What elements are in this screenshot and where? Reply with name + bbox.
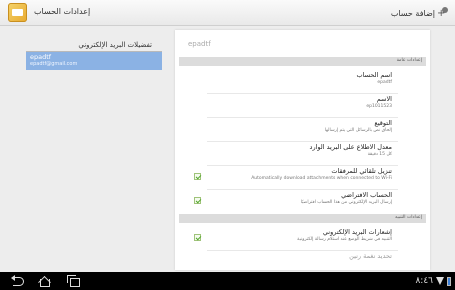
- setting-subtitle: ep1011523: [366, 104, 392, 109]
- setting-subtitle: إرسال البريد الإلكتروني من هذا الحساب اف…: [300, 200, 392, 205]
- clock: ٨:٤٦: [415, 276, 433, 286]
- setting-subtitle: epadtf: [377, 80, 392, 85]
- setting-title: الحساب الافتراضي: [341, 191, 392, 199]
- section-header-notifications: إعدادات التنبيه: [179, 214, 426, 223]
- settings-pane: epadtf إعدادات عامة اسم الحساب epadtf ال…: [175, 30, 430, 270]
- recent-apps-icon[interactable]: [66, 274, 82, 288]
- email-notifications-checkbox[interactable]: [194, 234, 201, 241]
- account-name: epadtf: [30, 53, 52, 61]
- page-title: إعدادات الحساب: [34, 7, 91, 16]
- setting-title: تنزيل تلقائي للمرفقات: [331, 167, 392, 175]
- back-icon[interactable]: [11, 274, 27, 288]
- add-account-button[interactable]: إضافة حساب: [391, 4, 450, 22]
- email-app-icon[interactable]: [8, 3, 27, 22]
- section-header-general: إعدادات عامة: [179, 57, 426, 66]
- add-account-icon: [437, 7, 450, 19]
- pane-title: epadtf: [188, 40, 211, 48]
- email-preferences-header[interactable]: تفضيلات البريد الإلكتروني: [64, 41, 152, 49]
- status-area[interactable]: ٨:٤٦: [415, 275, 451, 287]
- setting-title: اسم الحساب: [356, 71, 392, 79]
- setting-subtitle: إلحاق نص بالرسائل التي يتم إرسالها: [324, 128, 392, 133]
- setting-default-account[interactable]: الحساب الافتراضي إرسال البريد الإلكتروني…: [179, 190, 426, 214]
- setting-title: الاسم: [376, 95, 392, 103]
- auto-download-checkbox[interactable]: [194, 173, 201, 180]
- setting-check-frequency[interactable]: معدل الاطلاع على البريد الوارد كل 15 دقي…: [179, 142, 426, 166]
- section-header-label: إعدادات التنبيه: [395, 215, 422, 220]
- setting-subtitle: التنبيه في شريط الوضع عند استلام رسالة إ…: [297, 237, 392, 242]
- setting-select-ringtone[interactable]: تحديد نغمة رنين: [179, 251, 426, 270]
- setting-signature[interactable]: التوقيع إلحاق نص بالرسائل التي يتم إرسال…: [179, 118, 426, 142]
- account-list-item[interactable]: epadtf epadtf@gmail.com: [26, 52, 162, 70]
- battery-icon: [447, 276, 451, 286]
- setting-auto-download-attachments[interactable]: تنزيل تلقائي للمرفقات Automatically down…: [179, 166, 426, 190]
- default-account-checkbox[interactable]: [194, 197, 201, 204]
- setting-title: تحديد نغمة رنين: [349, 252, 392, 260]
- setting-subtitle: Automatically download attachments when …: [251, 176, 392, 181]
- home-icon[interactable]: [37, 274, 53, 288]
- setting-your-name[interactable]: الاسم ep1011523: [179, 94, 426, 118]
- add-account-label: إضافة حساب: [390, 8, 435, 18]
- setting-title: إشعارات البريد الإلكتروني: [322, 228, 392, 236]
- setting-account-name[interactable]: اسم الحساب epadtf: [179, 70, 426, 94]
- action-bar: إعدادات الحساب إضافة حساب: [0, 0, 455, 26]
- account-email: epadtf@gmail.com: [30, 61, 78, 67]
- setting-title: معدل الاطلاع على البريد الوارد: [309, 143, 392, 151]
- setting-title: التوقيع: [374, 119, 392, 127]
- setting-email-notifications[interactable]: إشعارات البريد الإلكتروني التنبيه في شري…: [179, 227, 426, 251]
- setting-subtitle: كل 15 دقيقة: [367, 152, 392, 157]
- section-header-label: إعدادات عامة: [396, 58, 422, 63]
- system-nav-bar: ٨:٤٦: [0, 272, 455, 290]
- wifi-icon: [436, 277, 444, 285]
